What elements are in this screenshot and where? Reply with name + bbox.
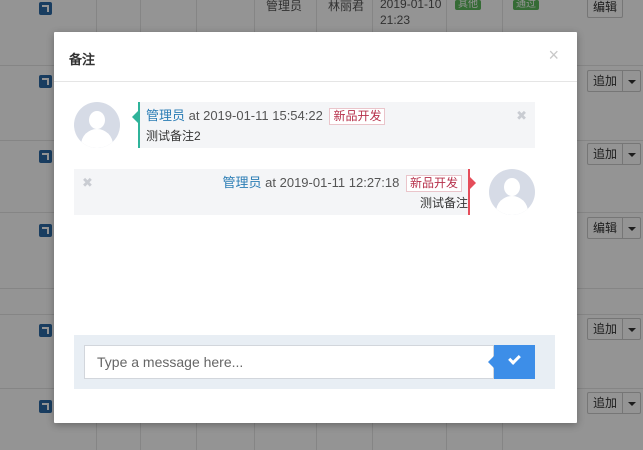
comment-author-link[interactable]: 管理员 <box>146 108 185 123</box>
modal-title: 备注 <box>69 52 96 67</box>
comment-timestamp: at 2019-01-11 15:54:22 <box>188 108 323 123</box>
comment-item: 管理员 at 2019-01-11 15:54:22 新品开发 测试备注2 ✖ <box>54 102 577 152</box>
delete-icon[interactable]: ✖ <box>516 108 527 124</box>
comment-item: ✖ 管理员 at 2019-01-11 12:27:18 新品开发 测试备注 <box>54 169 577 219</box>
message-input[interactable] <box>84 345 494 379</box>
avatar <box>489 169 535 215</box>
comment-bubble: ✖ 管理员 at 2019-01-11 12:27:18 新品开发 测试备注 <box>74 169 476 215</box>
avatar <box>74 102 120 148</box>
close-icon[interactable]: × <box>548 46 559 64</box>
department-badge: 新品开发 <box>405 175 462 192</box>
modal-header: 备注 × <box>54 32 577 82</box>
comment-text: 测试备注 <box>419 196 468 210</box>
message-composer <box>74 335 555 389</box>
comment-meta: 管理员 at 2019-01-11 15:54:22 新品开发 <box>146 108 386 125</box>
comment-bubble: 管理员 at 2019-01-11 15:54:22 新品开发 测试备注2 ✖ <box>132 102 535 148</box>
comment-author-link[interactable]: 管理员 <box>223 175 262 190</box>
department-badge: 新品开发 <box>329 108 386 125</box>
delete-icon[interactable]: ✖ <box>82 175 93 191</box>
check-icon <box>508 352 521 365</box>
send-button[interactable] <box>488 345 535 379</box>
comment-meta: 管理员 at 2019-01-11 12:27:18 新品开发 <box>223 175 462 192</box>
comment-timestamp: at 2019-01-11 12:27:18 <box>265 175 400 190</box>
remarks-modal: 备注 × 管理员 at 2019-01-11 15:54:22 新品开发 测试备… <box>54 32 577 423</box>
comment-text: 测试备注2 <box>146 129 201 143</box>
